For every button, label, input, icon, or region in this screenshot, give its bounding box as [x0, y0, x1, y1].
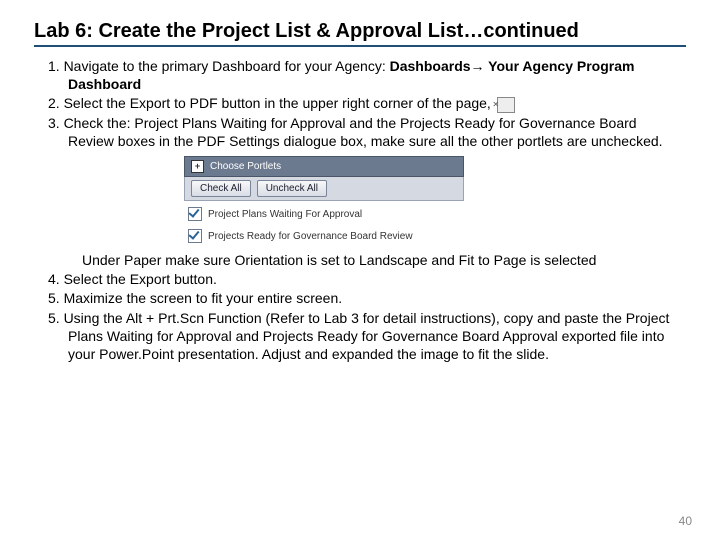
- pdf-export-icon: ✕: [497, 97, 515, 113]
- under-paper-note: Under Paper make sure Orientation is set…: [34, 251, 686, 269]
- checkbox-label-2: Projects Ready for Governance Board Revi…: [208, 230, 413, 243]
- checkbox-icon[interactable]: [188, 229, 202, 243]
- portlet-screenshot: + Choose Portlets Check All Uncheck All …: [184, 156, 686, 245]
- step-1: 1. Navigate to the primary Dashboard for…: [34, 57, 686, 93]
- arrow-icon: →: [471, 58, 485, 74]
- step-1-text-a: 1. Navigate to the primary Dashboard for…: [48, 58, 390, 74]
- step-5b: 5. Using the Alt + Prt.Scn Function (Ref…: [34, 309, 686, 364]
- checkbox-row-1: Project Plans Waiting For Approval: [184, 201, 464, 223]
- portlet-header-label: Choose Portlets: [210, 160, 281, 173]
- portlet-header: + Choose Portlets: [184, 156, 464, 177]
- uncheck-all-button[interactable]: Uncheck All: [257, 180, 327, 197]
- slide-body: 1. Navigate to the primary Dashboard for…: [34, 57, 686, 363]
- step-1-bold-dash: Dashboards: [390, 58, 471, 74]
- step-3: 3. Check the: Project Plans Waiting for …: [34, 114, 686, 150]
- page-number: 40: [679, 514, 692, 528]
- checkbox-row-2: Projects Ready for Governance Board Revi…: [184, 223, 464, 245]
- check-all-button[interactable]: Check All: [191, 180, 251, 197]
- step-5a: 5. Maximize the screen to fit your entir…: [34, 289, 686, 307]
- checkbox-icon[interactable]: [188, 207, 202, 221]
- step-2-text: 2. Select the Export to PDF button in th…: [48, 95, 495, 111]
- checkbox-label-1: Project Plans Waiting For Approval: [208, 208, 362, 221]
- portlet-button-row: Check All Uncheck All: [184, 177, 464, 201]
- step-4: 4. Select the Export button.: [34, 270, 686, 288]
- step-2: 2. Select the Export to PDF button in th…: [34, 94, 686, 112]
- slide-title: Lab 6: Create the Project List & Approva…: [34, 20, 686, 47]
- expand-icon[interactable]: +: [191, 160, 204, 173]
